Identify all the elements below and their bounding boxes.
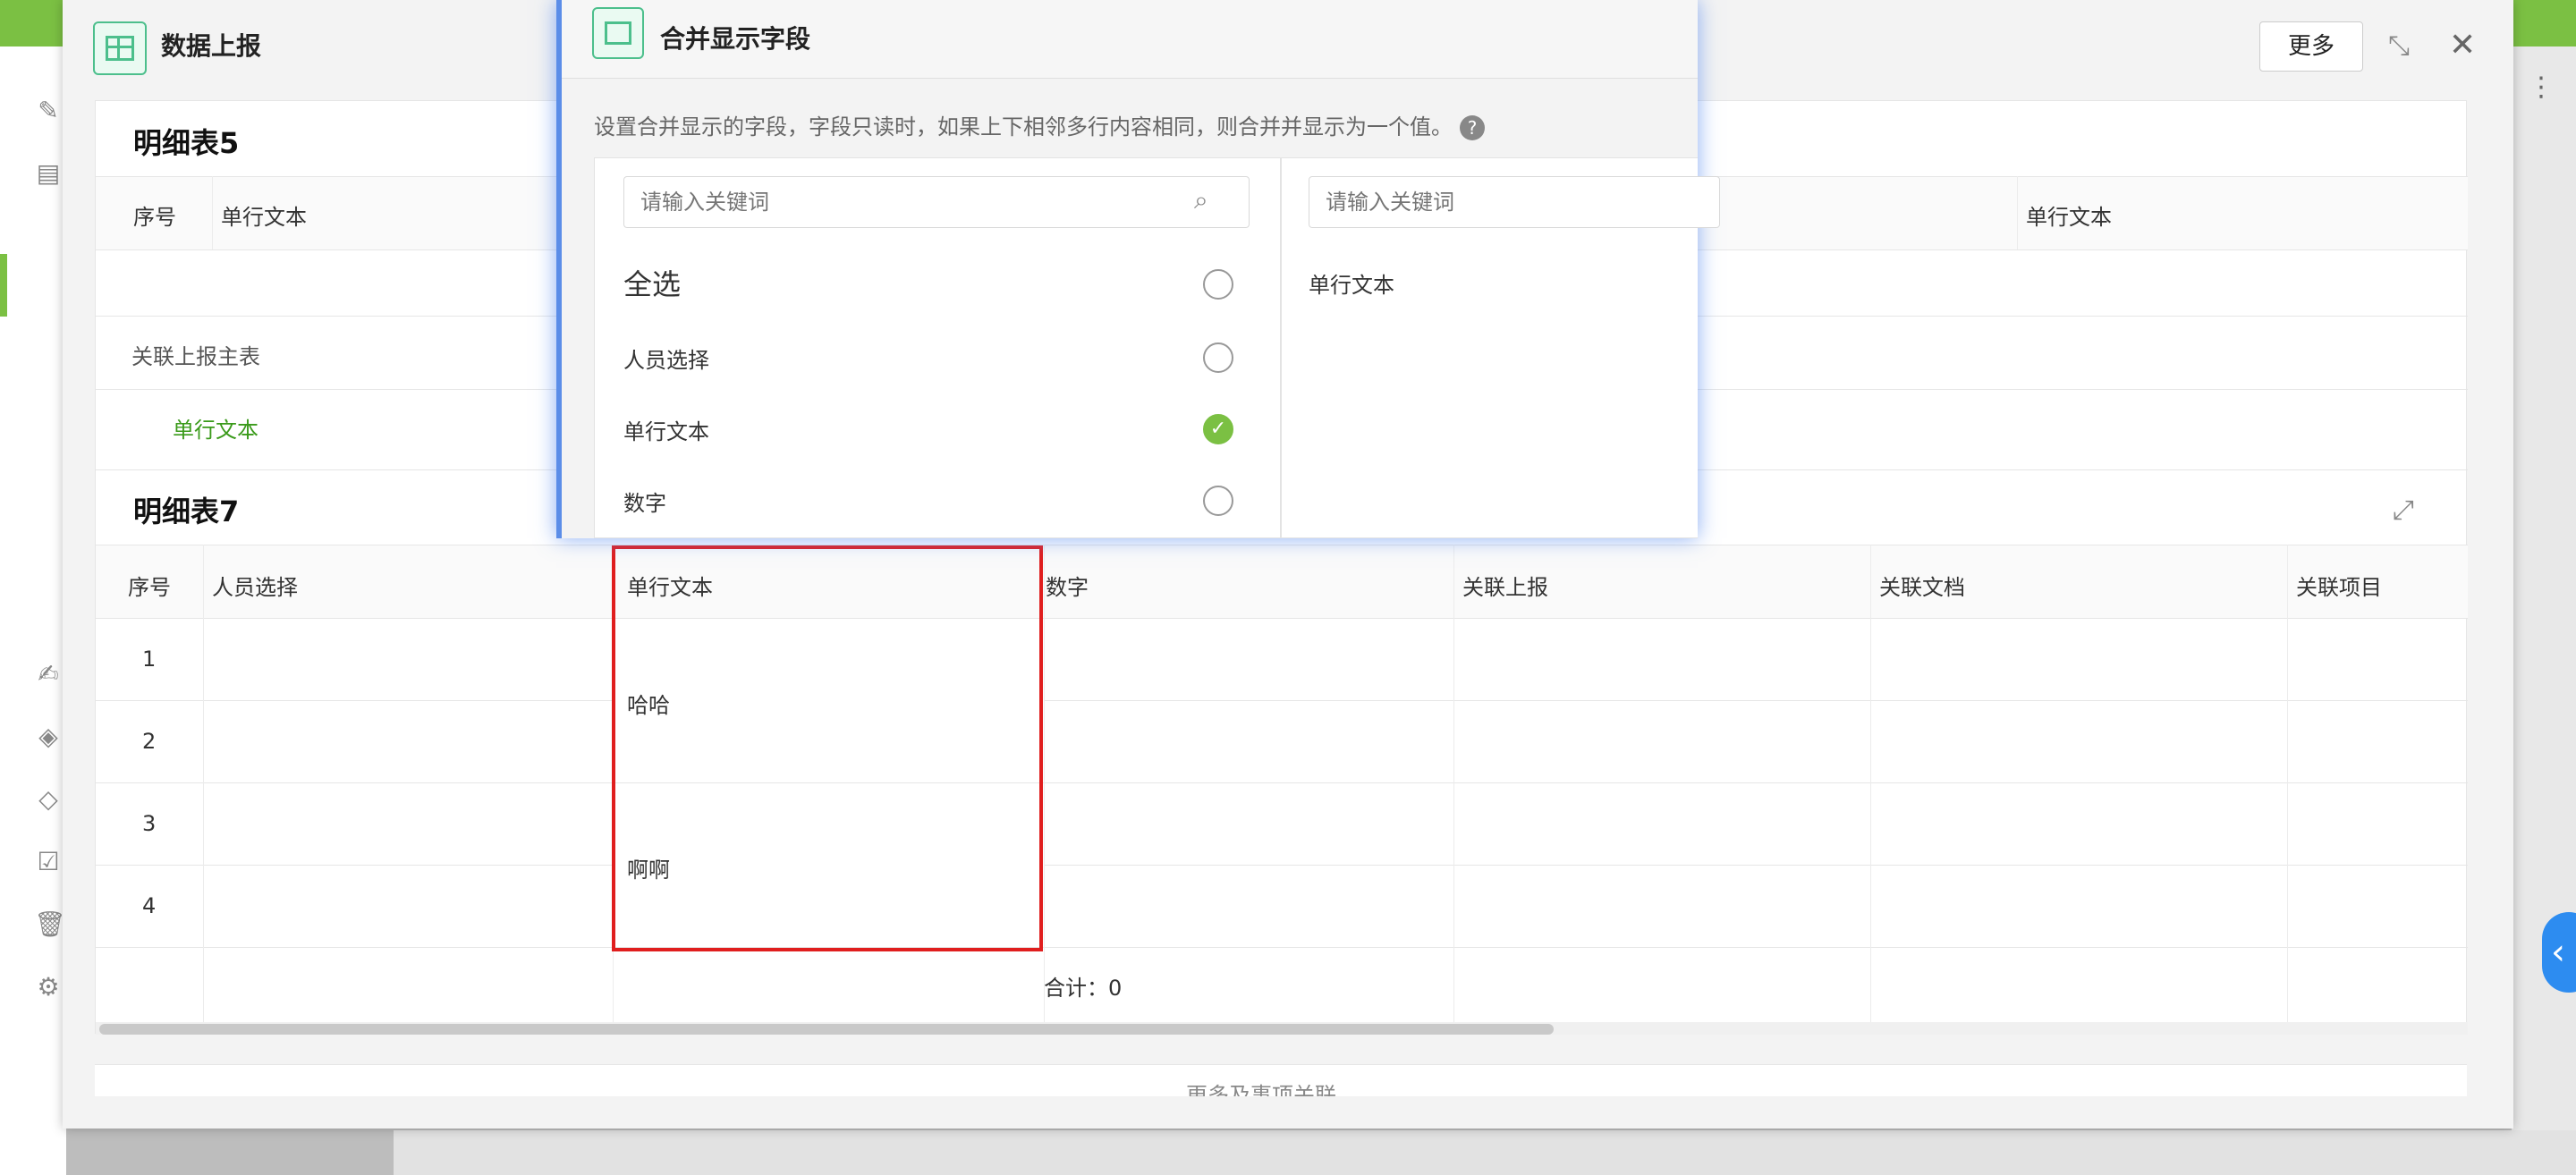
detail7-header-related-report: 关联上报 [1462,575,1548,600]
detail7-header-row [96,545,2468,618]
divider [2017,176,2018,249]
field-list-panel: ⌕ 全选 人员选择 单行文本 ✓ 数字 [594,157,1281,538]
row-index-3: 3 [142,811,157,836]
eraser-icon[interactable]: ◇ [34,785,63,814]
popup-description: 设置合并显示的字段，字段只读时，如果上下相邻多行内容相同，则合并并显示为一个值。… [594,109,1485,140]
detail5-header-text: 单行文本 [221,205,307,230]
selected-fields-panel: 单行文本 [1281,157,1720,538]
merge-table-icon [592,7,644,59]
divider [96,865,613,866]
more-dots-icon[interactable]: ⋮ [2528,72,2555,103]
collapse-arrow-icon[interactable]: ‹ [2542,912,2576,993]
layers-icon[interactable]: ◈ [34,723,63,751]
total-sum: 合计：0 [1044,976,1123,1001]
highlight-box [612,545,1043,951]
expand-icon[interactable]: ⤢ [2393,495,2414,526]
right-strip [2512,46,2576,1175]
edit-icon[interactable]: ✎ [34,97,63,125]
trash-icon[interactable]: 🗑 [34,910,66,939]
divider [1044,865,2468,866]
divider [96,782,2468,783]
document-icon[interactable]: ▤ [34,159,63,188]
close-icon[interactable]: ✕ [2449,27,2476,63]
popup-title: 合并显示字段 [660,24,811,54]
option-person-checkbox[interactable] [1203,342,1233,373]
more-button[interactable]: 更多 [2259,21,2363,72]
select-all-label: 全选 [623,267,682,301]
more-related-section[interactable]: 更多及事项关联 [95,1064,2467,1096]
divider [2287,545,2288,1022]
divider [1453,545,1454,1022]
divider [96,700,613,701]
note-icon[interactable]: ✍ [34,660,63,689]
related-main-value-link[interactable]: 单行文本 [173,412,258,444]
scrollbar-thumb[interactable] [99,1024,1554,1035]
rail-active-indicator [0,254,7,317]
detail7-header-index: 序号 [128,575,171,600]
detail7-header-related-project: 关联项目 [2296,575,2382,600]
settings-icon[interactable]: ⚙ [34,973,63,1002]
popup-description-text: 设置合并显示的字段，字段只读时，如果上下相邻多行内容相同，则合并并显示为一个值。 [594,114,1453,139]
detail7-title: 明细表7 [133,495,240,528]
divider [1044,545,1045,1022]
detail7-header-person: 人员选择 [212,575,298,600]
help-icon[interactable]: ? [1460,115,1485,140]
right-search-input[interactable] [1309,176,1720,228]
option-number-label: 数字 [623,491,666,516]
more-related-label: 更多及事项关联 [1186,1083,1336,1096]
dialog-title: 数据上报 [161,31,262,61]
option-number-checkbox[interactable] [1203,486,1233,516]
detail5-header-text-2: 单行文本 [2026,205,2112,230]
search-icon[interactable]: ⌕ [1194,185,1208,216]
divider [203,545,204,1022]
divider [96,618,2468,619]
divider [212,176,213,249]
bottom-band [394,1130,2576,1175]
row-index-1: 1 [142,647,157,672]
divider [1044,700,2468,701]
divider [1870,545,1871,1022]
selected-field-text[interactable]: 单行文本 [1309,267,1394,299]
shrink-icon[interactable]: ⤡ [2388,30,2410,62]
option-person-label: 人员选择 [623,348,709,373]
left-search-input[interactable] [623,176,1250,228]
detail7-header-related-doc: 关联文档 [1879,575,1965,600]
option-text-checkbox[interactable]: ✓ [1203,414,1233,444]
detail5-title: 明细表5 [133,126,240,160]
table-icon [93,21,147,75]
popup-header: 合并显示字段 [562,0,1698,79]
detail5-header-index: 序号 [133,205,176,230]
left-rail: ✎ ▤ ✍ ◈ ◇ ☑ 🗑 ⚙ [0,46,66,1175]
sign-icon[interactable]: ☑ [34,848,63,876]
option-text-label: 单行文本 [623,419,709,444]
related-main-label: 关联上报主表 [131,344,260,369]
detail7-header-number: 数字 [1046,575,1089,600]
row-index-2: 2 [142,729,157,754]
select-all-checkbox[interactable] [1203,269,1233,300]
divider [96,947,2468,948]
merge-fields-popup: 合并显示字段 设置合并显示的字段，字段只读时，如果上下相邻多行内容相同，则合并并… [556,0,1720,538]
row-index-4: 4 [142,893,157,918]
